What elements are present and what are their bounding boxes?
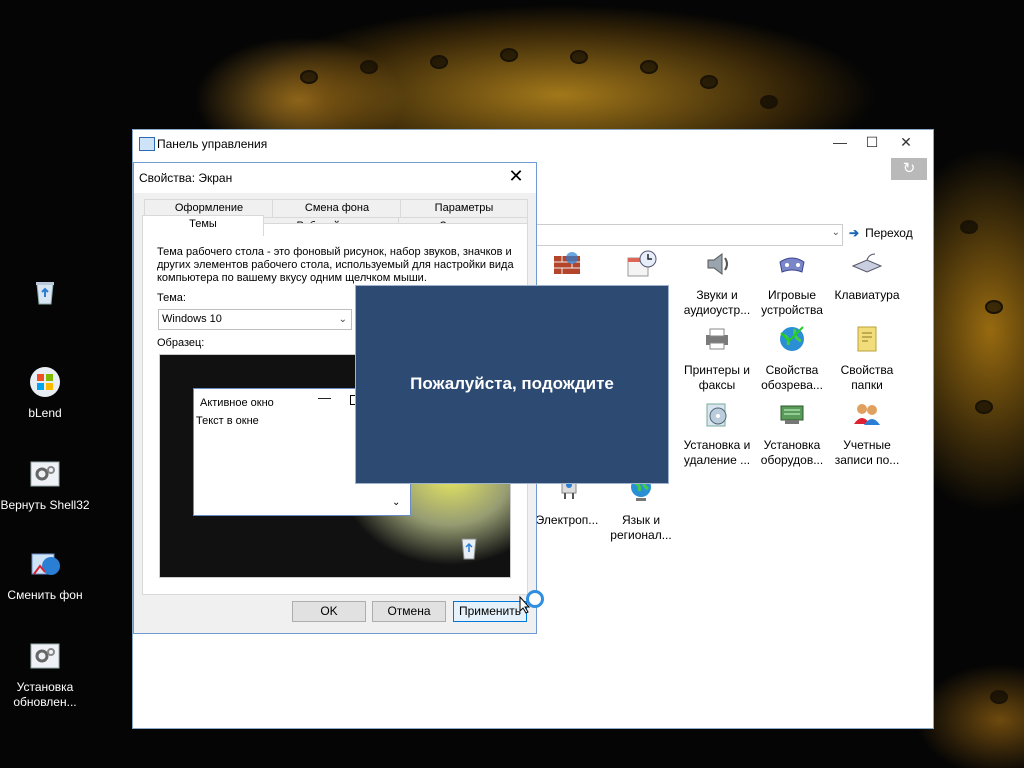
cp-item-label: Электроп... (535, 513, 599, 527)
cp-item-label: Игровые устройства (761, 288, 823, 317)
tab-change-wallpaper[interactable]: Смена фона (272, 199, 402, 218)
desktop-icon-label: Сменить фон (7, 588, 83, 602)
desktop-icon-label: Вернуть Shell32 (0, 498, 90, 512)
maximize-button[interactable]: ☐ (857, 132, 887, 152)
control-panel-icon (139, 137, 155, 151)
cp-item-firewall[interactable] (529, 248, 605, 288)
minimize-icon: — (318, 390, 331, 405)
cancel-button[interactable]: Отмена (372, 601, 446, 622)
gamepad-icon (779, 257, 805, 273)
refresh-button[interactable]: ↻ (891, 158, 927, 180)
recycle-bin-icon (461, 538, 477, 560)
close-button[interactable]: ✕ (891, 132, 921, 152)
theme-select[interactable]: Windows 10 ⌄ (158, 309, 352, 330)
desktop-icon-label: Установка обновлен... (13, 680, 77, 709)
desktop-icon-label: bLend (28, 406, 62, 420)
cp-item-label: Звуки и аудиоустр... (683, 288, 751, 317)
themes-description: Тема рабочего стола - это фоновый рисуно… (157, 246, 514, 284)
arrow-right-icon: ➔ (849, 226, 860, 240)
chevron-down-icon: ⌄ (338, 314, 347, 325)
cp-item-label: Свойства папки (840, 363, 894, 392)
cp-item-keyboard[interactable]: Клавиатура (829, 248, 905, 303)
internet-options-icon (780, 326, 804, 351)
cp-item-label: Принтеры и факсы (684, 363, 750, 392)
cp-item-label: Установка и удаление ... (683, 438, 751, 467)
mouse-pointer-icon (519, 596, 531, 614)
printer-icon (706, 328, 728, 350)
theme-select-value: Windows 10 (162, 313, 222, 325)
cp-item-label: Свойства обозрева... (761, 363, 823, 392)
minimize-button[interactable]: — (825, 132, 855, 152)
address-bar[interactable]: ⌄ (535, 224, 843, 246)
firewall-icon (554, 252, 580, 274)
chevron-down-icon[interactable]: ⌄ (832, 227, 840, 238)
folder-options-icon (857, 326, 877, 352)
desktop-icon-blend[interactable]: bLend (0, 366, 90, 421)
sample-window-text: Текст в окне (196, 415, 259, 427)
recycle-bin-icon (36, 282, 54, 305)
cp-item-game-controllers[interactable]: Игровые устройства (754, 248, 830, 318)
go-button-label: Переход (865, 226, 913, 240)
close-icon[interactable]: ✕ (506, 166, 526, 188)
go-button[interactable]: ➔ Переход (849, 226, 913, 240)
tab-settings[interactable]: Параметры (400, 199, 528, 218)
user-accounts-icon (854, 404, 880, 425)
cp-item-folder-options[interactable]: Свойства папки (829, 323, 905, 393)
apply-button[interactable]: Применить (453, 601, 527, 622)
cp-item-label: Установка оборудов... (760, 438, 824, 467)
desktop-icon-change-wallpaper[interactable]: Сменить фон (0, 548, 90, 603)
scheduled-tasks-icon (627, 250, 657, 277)
settings-gear-icon (30, 643, 60, 669)
settings-gear-icon (30, 461, 60, 487)
please-wait-overlay: Пожалуйста, подождите (355, 285, 669, 484)
change-wallpaper-icon (31, 553, 60, 575)
ok-button[interactable]: OK (292, 601, 366, 622)
sample-label: Образец: (157, 337, 205, 349)
cp-item-user-accounts[interactable]: Учетные записи по... (829, 398, 905, 468)
cp-item-add-hardware[interactable]: Установка оборудов... (754, 398, 830, 468)
tab-themes[interactable]: Темы (142, 215, 264, 236)
dialog-title: Свойства: Экран (139, 171, 233, 185)
keyboard-icon (851, 253, 883, 273)
theme-label: Тема: (157, 292, 186, 304)
desktop-icon-recycle-bin[interactable] (0, 276, 90, 316)
chevron-down-icon: ⌄ (392, 497, 401, 508)
control-panel-titlebar[interactable]: Панель управления — ☐ ✕ (133, 130, 933, 158)
desktop-icon-install-updates[interactable]: Установка обновлен... (0, 640, 90, 710)
please-wait-text: Пожалуйста, подождите (410, 374, 614, 393)
control-panel-title: Панель управления (157, 137, 268, 151)
cp-item-sounds[interactable]: Звуки и аудиоустр... (679, 248, 755, 318)
cp-item-label: Клавиатура (834, 288, 900, 302)
refresh-icon: ↻ (902, 160, 916, 177)
dialog-titlebar[interactable]: Свойства: Экран ✕ (134, 163, 536, 193)
speaker-icon (707, 253, 728, 275)
sample-window-title: Активное окно (200, 397, 274, 409)
add-remove-programs-icon (706, 403, 727, 427)
windows-logo-icon (30, 367, 60, 397)
desktop-icon-restore-shell32[interactable]: Вернуть Shell32 (0, 458, 90, 513)
cp-item-printers[interactable]: Принтеры и факсы (679, 323, 755, 393)
cp-item-add-remove-programs[interactable]: Установка и удаление ... (679, 398, 755, 468)
add-hardware-icon (780, 405, 804, 424)
cp-item-scheduled-tasks[interactable] (603, 248, 679, 288)
cp-item-label: Язык и регионал... (610, 513, 672, 542)
cp-item-internet-options[interactable]: Свойства обозрева... (754, 323, 830, 393)
cp-item-label: Учетные записи по... (834, 438, 900, 467)
